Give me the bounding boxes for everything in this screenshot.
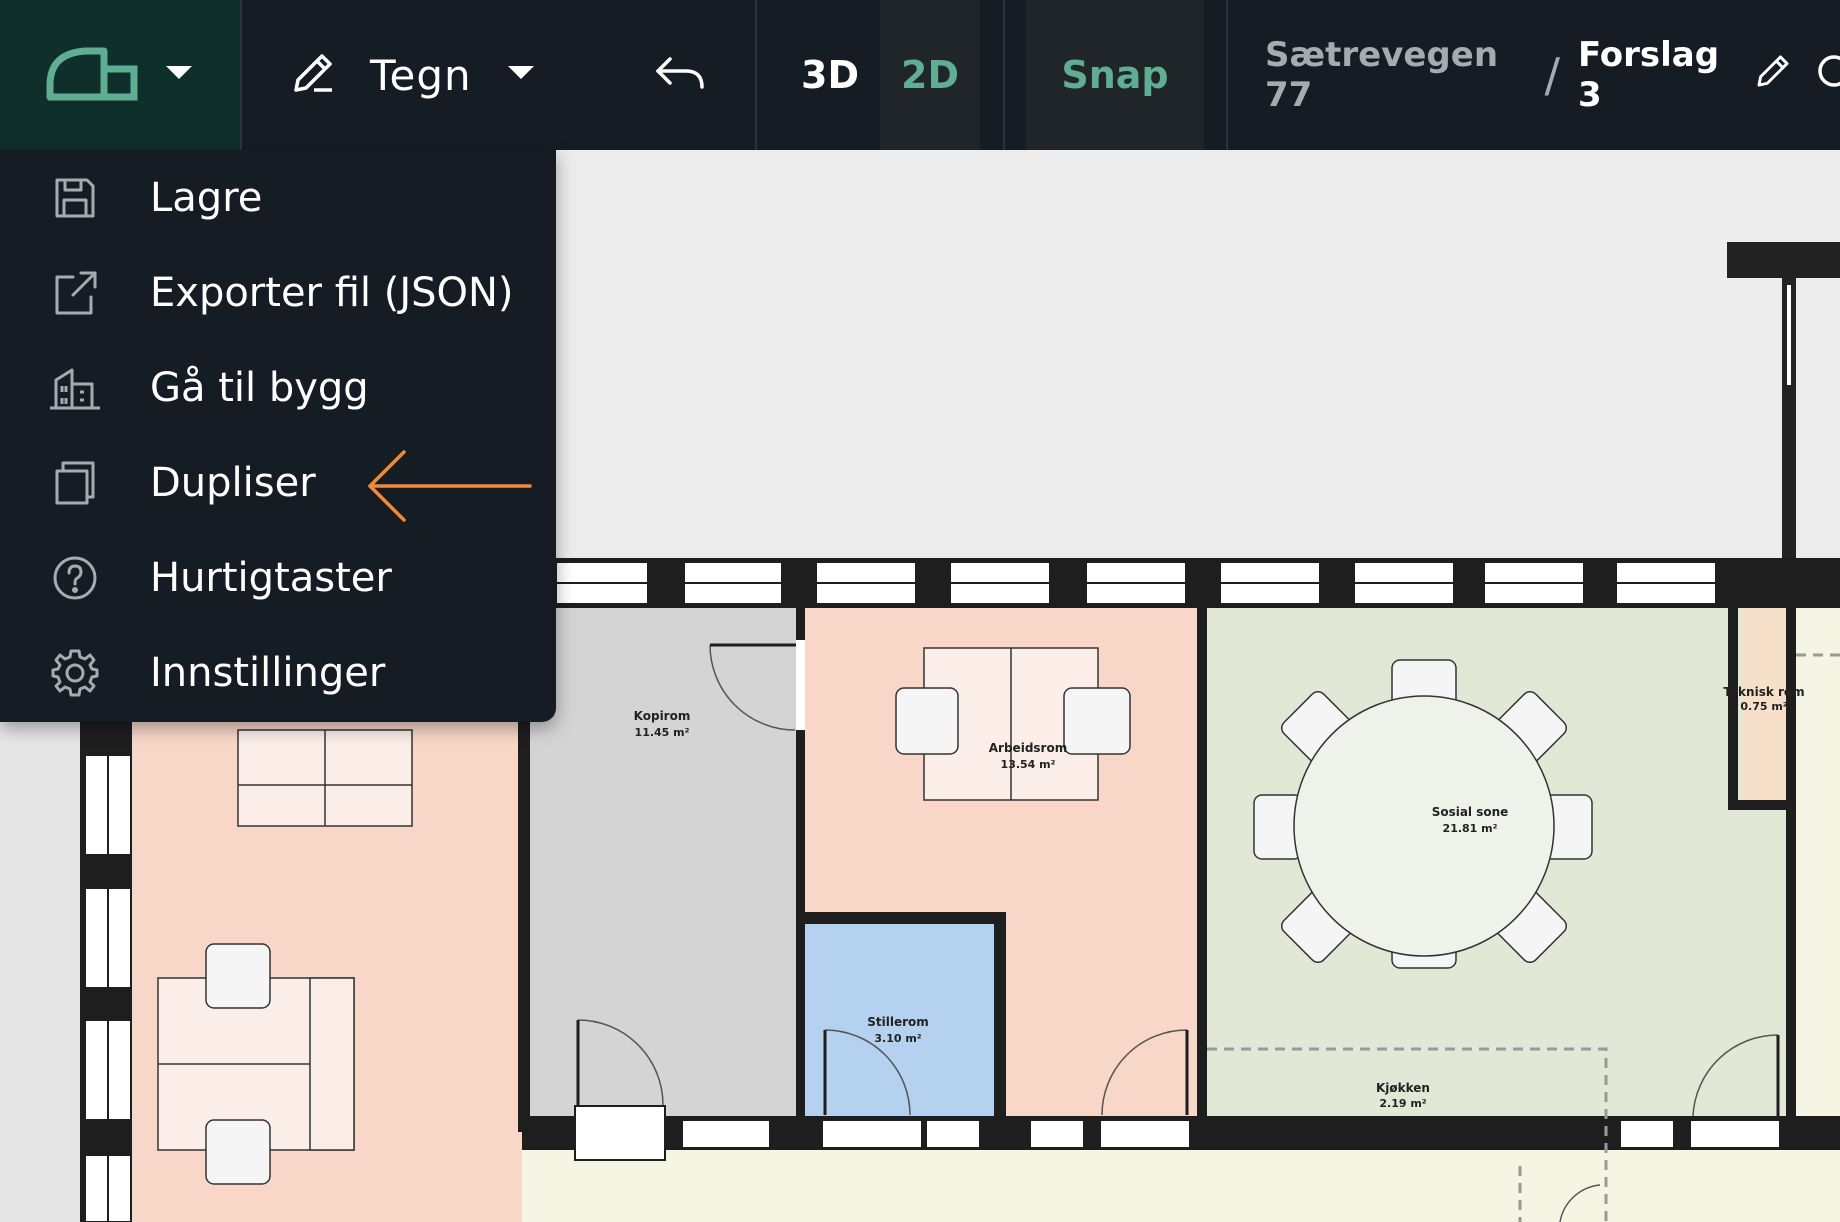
undo-button[interactable]: [630, 0, 730, 150]
gear-icon: [48, 646, 102, 700]
breadcrumb-address[interactable]: Sætrevegen 77: [1265, 35, 1526, 115]
room-corridor: [522, 1150, 1840, 1222]
room-kopirom: [530, 608, 796, 1116]
pencil-icon: [290, 50, 336, 100]
room-label-kjokken: Kjøkken: [1376, 1081, 1430, 1095]
menu-item-label: Innstillinger: [150, 649, 386, 696]
view-3d-button[interactable]: 3D: [780, 0, 880, 150]
snap-toggle-button[interactable]: Snap: [1026, 0, 1204, 150]
room-area-teknisk: 0.75 m²: [1740, 700, 1787, 713]
room-area-arbeidsrom: 13.54 m²: [1001, 758, 1056, 771]
app-dropdown-menu: Lagre Exporter fil (JSON) Gå til bygg Du…: [0, 150, 556, 722]
export-icon: [48, 266, 102, 320]
chevron-down-icon: [164, 64, 194, 86]
help-icon: [48, 551, 102, 605]
breadcrumb-separator: /: [1544, 48, 1560, 102]
room-area-kjokken: 2.19 m²: [1379, 1097, 1426, 1110]
undo-icon: [654, 53, 706, 97]
menu-item-label: Gå til bygg: [150, 364, 369, 411]
app-menu-button[interactable]: [0, 0, 240, 150]
save-icon: [48, 171, 102, 225]
chevron-down-icon: [506, 64, 536, 86]
menu-item-save[interactable]: Lagre: [0, 150, 556, 245]
menu-item-label: Hurtigtaster: [150, 554, 392, 601]
menu-item-shortcuts[interactable]: Hurtigtaster: [0, 530, 556, 625]
view-2d-button[interactable]: 2D: [880, 0, 980, 150]
draw-tool-label: Tegn: [370, 50, 472, 100]
breadcrumb-proposal: Forslag 3: [1577, 35, 1720, 115]
room-label-sosial: Sosial sone: [1432, 805, 1509, 819]
breadcrumb: Sætrevegen 77 / Forslag 3: [1265, 0, 1840, 150]
app-logo-icon: [46, 45, 138, 105]
info-icon[interactable]: [1810, 52, 1840, 99]
menu-item-go-to-building[interactable]: Gå til bygg: [0, 340, 556, 435]
top-toolbar: Tegn 3D 2D Snap Sætrevegen 77 / Forslag …: [0, 0, 1840, 150]
draw-tool-button[interactable]: Tegn: [240, 0, 540, 150]
menu-item-export[interactable]: Exporter fil (JSON): [0, 245, 556, 340]
room-area-kopirom: 11.45 m²: [635, 726, 690, 739]
room-label-teknisk: Teknisk rom: [1723, 685, 1804, 699]
room-label-kopirom: Kopirom: [634, 709, 691, 723]
building-icon: [48, 361, 102, 415]
edit-name-icon[interactable]: [1754, 52, 1792, 99]
menu-item-label: Dupliser: [150, 459, 316, 506]
room-area-sosial: 21.81 m²: [1443, 822, 1498, 835]
room-label-arbeidsrom: Arbeidsrom: [989, 741, 1067, 755]
menu-item-label: Exporter fil (JSON): [150, 269, 514, 316]
duplicate-icon: [48, 456, 102, 510]
room-area-stillerom: 3.10 m²: [874, 1032, 921, 1045]
annotation-arrow: [368, 450, 532, 522]
room-label-stillerom: Stillerom: [867, 1015, 929, 1029]
menu-item-label: Lagre: [150, 174, 263, 221]
menu-item-settings[interactable]: Innstillinger: [0, 625, 556, 720]
